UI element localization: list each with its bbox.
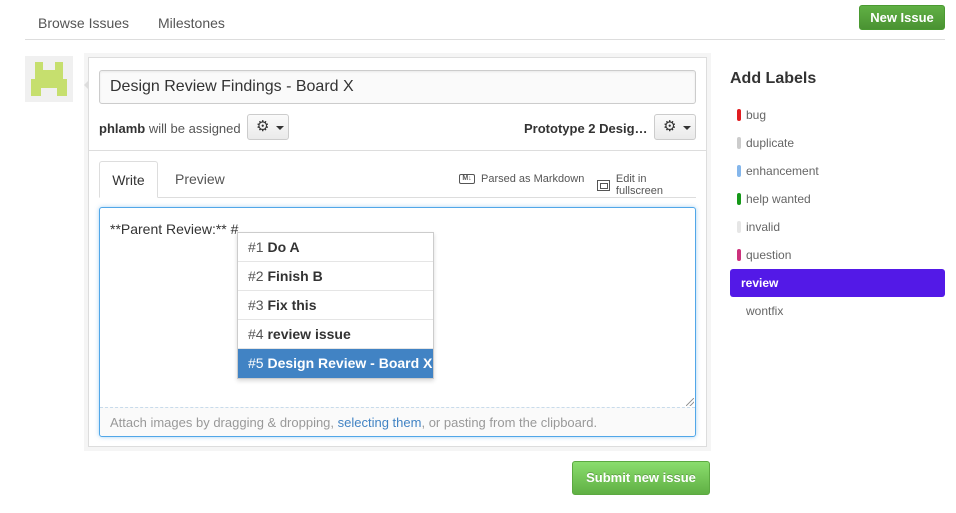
assignee-suffix: will be assigned (145, 121, 241, 136)
suggestion-item[interactable]: #1 Do A (238, 233, 433, 262)
label-color-swatch (737, 221, 741, 233)
fullscreen-label: Edit in fullscreen (615, 173, 663, 197)
markdown-note-label: Parsed as Markdown (481, 173, 585, 185)
caret-down-icon (683, 126, 691, 130)
suggestion-title: Design Review - Board X (267, 355, 433, 371)
label-review[interactable]: review (730, 269, 945, 297)
markdown-icon: M↓ (459, 174, 475, 184)
label-color-swatch (737, 137, 741, 149)
suggestion-title: review issue (267, 326, 351, 342)
caret-down-icon (276, 126, 284, 130)
label-name: enhancement (746, 164, 819, 178)
label-question[interactable]: question (730, 241, 945, 269)
gear-icon: ⚙ (256, 118, 270, 135)
milestone-settings-button[interactable]: ⚙ (654, 114, 696, 140)
attach-prefix: Attach images by dragging & dropping, (110, 415, 338, 430)
divider (89, 150, 706, 151)
suggestion-number: #5 (248, 355, 264, 371)
issue-title-input[interactable]: Design Review Findings - Board X (99, 70, 696, 104)
label-help-wanted[interactable]: help wanted (730, 185, 945, 213)
tab-preview[interactable]: Preview (175, 161, 225, 197)
attach-suffix: , or pasting from the clipboard. (421, 415, 598, 430)
tab-write[interactable]: Write (99, 161, 158, 198)
label-name: review (741, 276, 779, 290)
suggestion-item-active[interactable]: #5 Design Review - Board X (238, 349, 433, 378)
suggestion-item[interactable]: #4 review issue (238, 320, 433, 349)
tab-milestones[interactable]: Milestones (158, 15, 225, 31)
label-color-swatch (737, 305, 741, 317)
milestone-name: Prototype 2 Desig… (524, 121, 648, 136)
suggestion-item[interactable]: #3 Fix this (238, 291, 433, 320)
select-files-link[interactable]: selecting them (338, 415, 422, 430)
suggestion-number: #2 (248, 268, 264, 284)
suggestion-title: Fix this (267, 297, 317, 313)
gear-icon: ⚙ (663, 118, 677, 135)
body-text[interactable]: **Parent Review:** # (110, 221, 238, 237)
label-name: bug (746, 108, 767, 122)
labels-list: bug duplicate enhancement help wanted in… (730, 101, 945, 325)
label-color-swatch (737, 109, 741, 121)
label-bug[interactable]: bug (730, 101, 945, 129)
suggestion-number: #4 (248, 326, 264, 342)
label-duplicate[interactable]: duplicate (730, 129, 945, 157)
attach-images-bar[interactable]: Attach images by dragging & dropping, se… (100, 407, 695, 436)
assign-row: phlamb will be assigned ⚙ Prototype 2 De… (99, 114, 696, 142)
label-wontfix[interactable]: wontfix (730, 297, 945, 325)
suggestion-number: #3 (248, 297, 264, 313)
label-invalid[interactable]: invalid (730, 213, 945, 241)
markdown-note[interactable]: M↓ Parsed as Markdown (459, 173, 584, 185)
top-nav: Browse Issues Milestones New Issue (25, 0, 945, 40)
suggestion-title: Finish B (267, 268, 323, 284)
labels-heading: Add Labels (730, 70, 817, 87)
suggestion-title: Do A (267, 239, 300, 255)
label-color-swatch (737, 165, 741, 177)
assignee-settings-button[interactable]: ⚙ (247, 114, 289, 140)
editor-tabs: Write Preview M↓ Parsed as Markdown Edit… (99, 161, 696, 198)
label-name: invalid (746, 220, 781, 234)
assignee-text: phlamb will be assigned (99, 121, 241, 136)
suggestion-number: #1 (248, 239, 264, 255)
suggestion-item[interactable]: #2 Finish B (238, 262, 433, 291)
tabs-divider (99, 197, 696, 198)
label-enhancement[interactable]: enhancement (730, 157, 945, 185)
label-name: wontfix (746, 304, 784, 318)
label-color-swatch (737, 193, 741, 205)
label-name: question (746, 248, 792, 262)
fullscreen-link[interactable]: Edit in fullscreen (597, 173, 696, 197)
fullscreen-icon (597, 179, 610, 191)
assignee-user[interactable]: phlamb (99, 121, 145, 136)
label-name: duplicate (746, 136, 795, 150)
resize-handle[interactable] (686, 398, 694, 406)
avatar (25, 56, 73, 102)
identicon-avatar-icon (25, 56, 73, 102)
tab-browse-issues[interactable]: Browse Issues (38, 15, 129, 31)
issue-autocomplete-menu: #1 Do A #2 Finish B #3 Fix this #4 revie… (237, 232, 434, 379)
label-color-swatch (737, 249, 741, 261)
label-name: help wanted (746, 192, 811, 206)
new-issue-button[interactable]: New Issue (859, 5, 945, 30)
submit-issue-button[interactable]: Submit new issue (572, 461, 710, 495)
